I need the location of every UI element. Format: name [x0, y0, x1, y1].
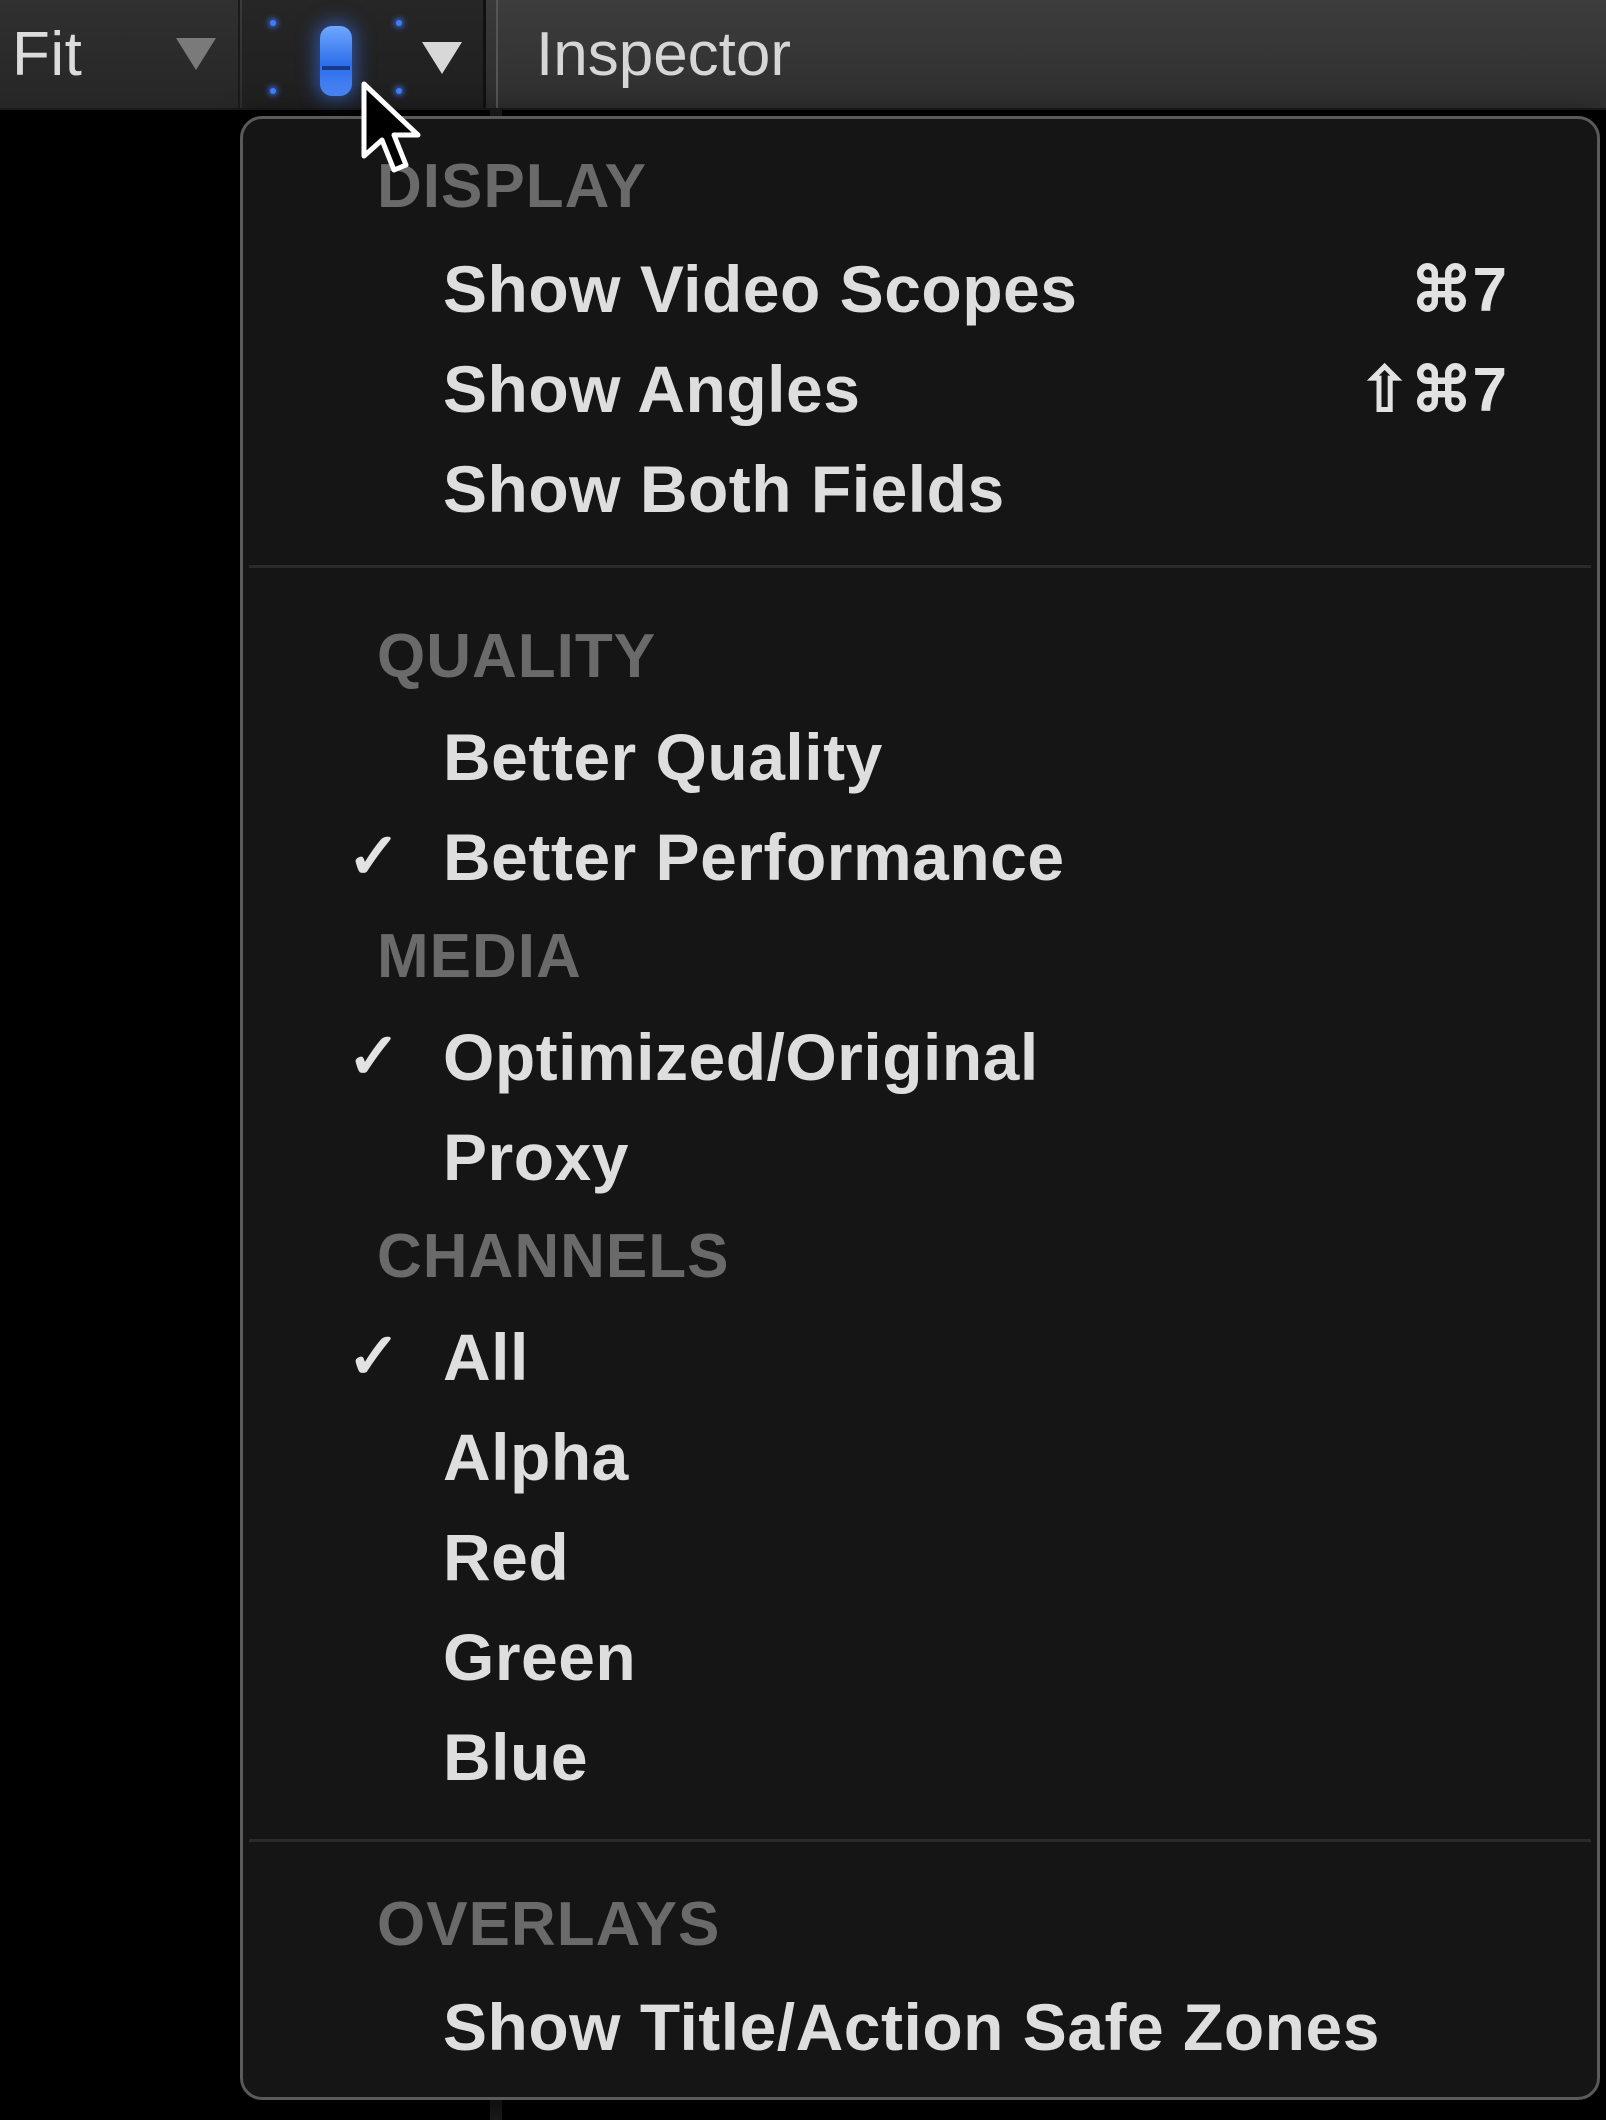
glow-dot-icon — [270, 88, 276, 94]
glow-dot-icon — [396, 20, 402, 26]
menu-item-green[interactable]: Green — [243, 1605, 1597, 1705]
section-header-overlays: OVERLAYS — [377, 1890, 721, 1959]
checkmark-icon: ✓ — [347, 1320, 401, 1392]
chevron-down-icon[interactable] — [422, 42, 462, 74]
menu-item-optimized-original[interactable]: ✓ Optimized/Original — [243, 1005, 1597, 1105]
menu-item-label: All — [443, 1320, 529, 1394]
menu-item-blue[interactable]: Blue — [243, 1705, 1597, 1805]
menu-item-label: Better Performance — [443, 820, 1065, 894]
view-options-icon — [320, 26, 352, 96]
menu-item-red[interactable]: Red — [243, 1505, 1597, 1605]
arrow-cursor-icon — [361, 81, 421, 173]
menu-item-label: Better Quality — [443, 720, 883, 794]
menu-separator — [249, 565, 1591, 568]
viewer-toolbar: Fit Inspector — [0, 0, 1606, 110]
inspector-label: Inspector — [536, 19, 792, 89]
checkmark-icon: ✓ — [347, 820, 401, 892]
zoom-fit-popup[interactable]: Fit — [0, 0, 240, 108]
glow-dot-icon — [270, 20, 276, 26]
keyboard-shortcut: ⇧⌘7 — [1358, 356, 1507, 425]
menu-item-label: Show Video Scopes — [443, 252, 1078, 326]
keyboard-shortcut: ⌘7 — [1410, 256, 1507, 325]
menu-item-better-quality[interactable]: Better Quality — [243, 705, 1597, 805]
menu-item-label: Blue — [443, 1720, 589, 1794]
menu-item-label: Red — [443, 1520, 570, 1594]
zoom-fit-label: Fit — [12, 19, 83, 89]
menu-item-show-both-fields[interactable]: Show Both Fields — [243, 437, 1597, 537]
menu-item-show-title-action-safe-zones[interactable]: Show Title/Action Safe Zones — [243, 1975, 1597, 2075]
checkmark-icon: ✓ — [347, 1020, 401, 1092]
menu-item-label: Alpha — [443, 1420, 629, 1494]
menu-item-label: Show Both Fields — [443, 452, 1005, 526]
menu-item-all[interactable]: ✓ All — [243, 1305, 1597, 1405]
viewer-area: Fit Inspector DISPLAY Show Video Scopes … — [0, 0, 1606, 2120]
menu-item-label: Optimized/Original — [443, 1020, 1039, 1094]
menu-item-show-video-scopes[interactable]: Show Video Scopes ⌘7 — [243, 237, 1597, 337]
menu-item-better-performance[interactable]: ✓ Better Performance — [243, 805, 1597, 905]
menu-item-alpha[interactable]: Alpha — [243, 1405, 1597, 1505]
chevron-down-icon — [176, 38, 216, 70]
section-header-channels: CHANNELS — [377, 1222, 730, 1291]
section-header-quality: QUALITY — [377, 622, 657, 691]
view-options-menu: DISPLAY Show Video Scopes ⌘7 Show Angles… — [240, 116, 1600, 2100]
menu-item-show-angles[interactable]: Show Angles ⇧⌘7 — [243, 337, 1597, 437]
menu-separator — [249, 1839, 1591, 1842]
section-header-media: MEDIA — [377, 922, 582, 991]
menu-item-label: Proxy — [443, 1120, 629, 1194]
menu-item-proxy[interactable]: Proxy — [243, 1105, 1597, 1205]
menu-item-label: Show Angles — [443, 352, 861, 426]
menu-item-label: Show Title/Action Safe Zones — [443, 1990, 1380, 2064]
inspector-button[interactable]: Inspector — [496, 0, 1606, 108]
menu-item-label: Green — [443, 1620, 637, 1694]
